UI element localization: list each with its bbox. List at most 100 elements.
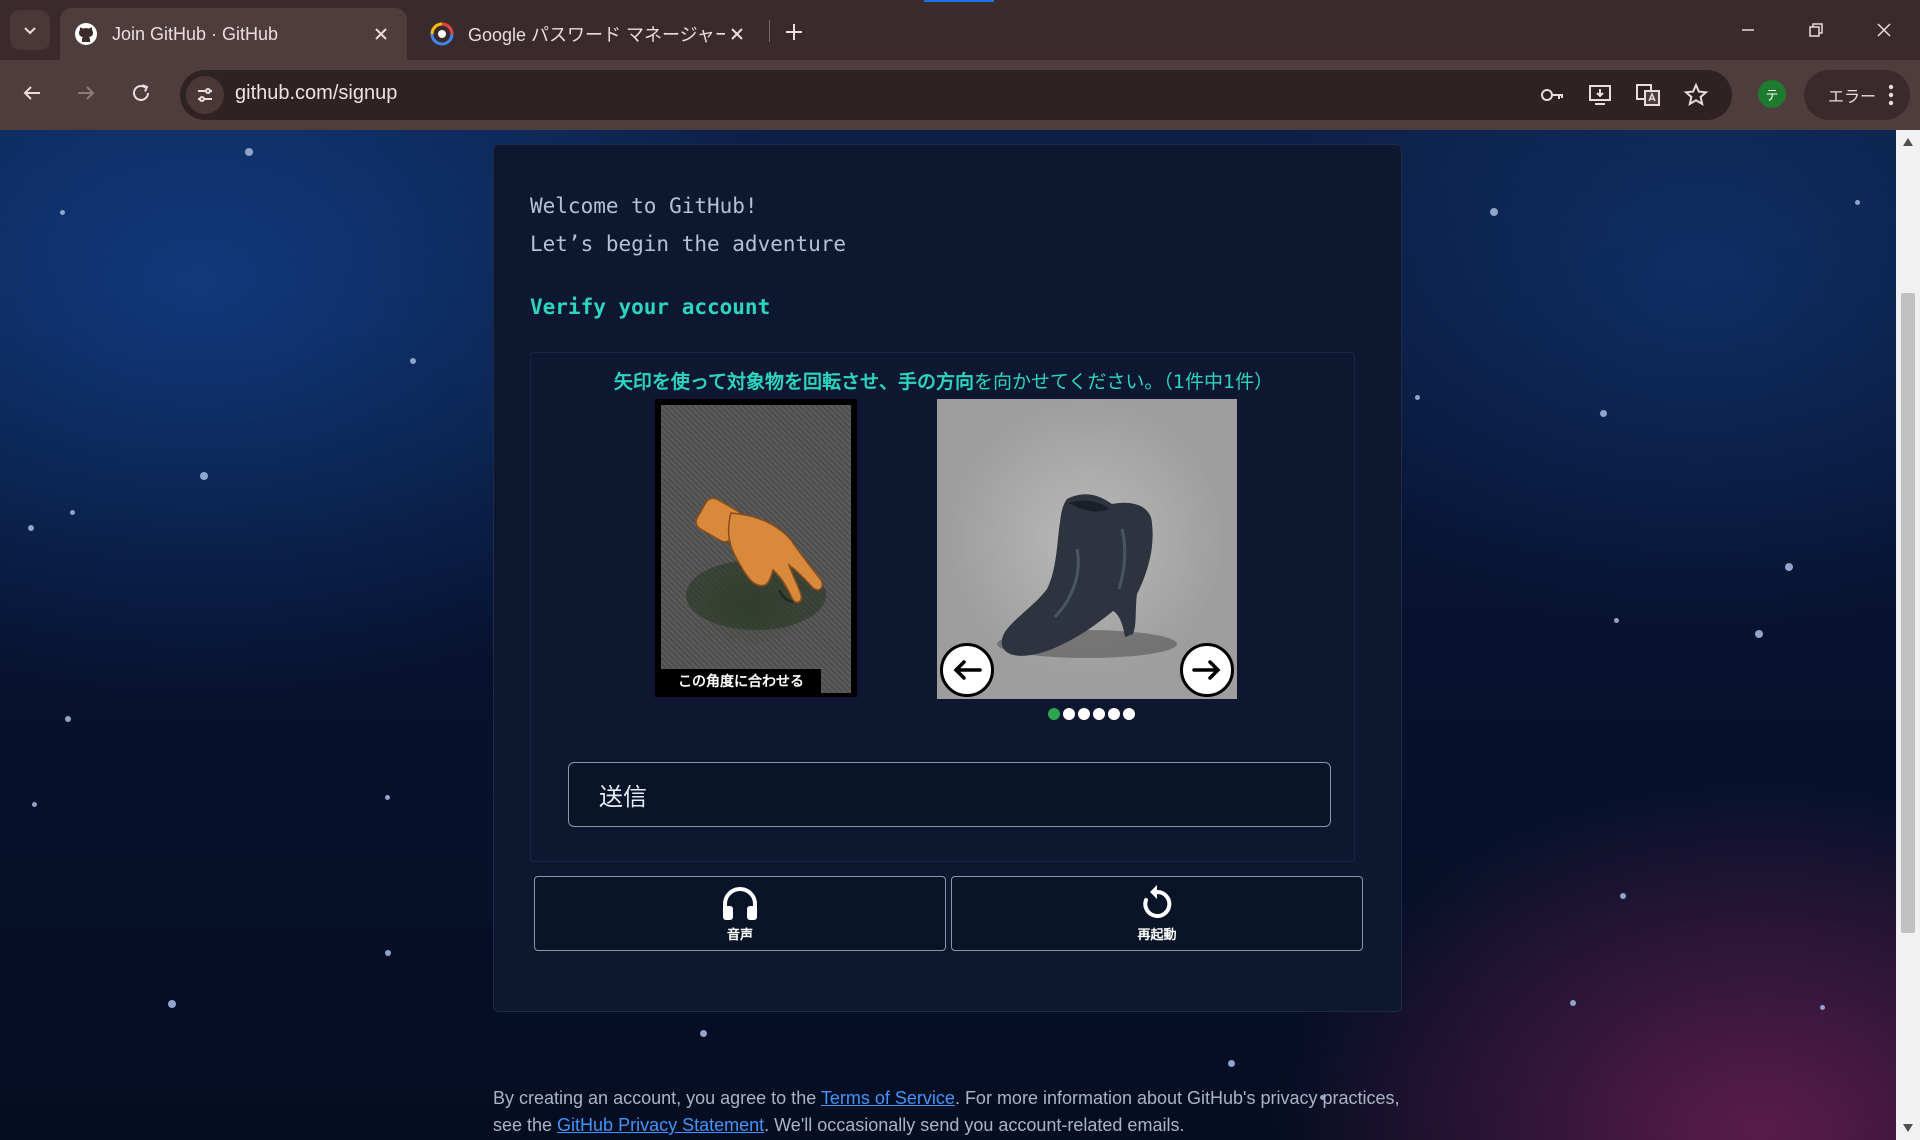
forward-button[interactable] [66, 73, 106, 113]
headphones-icon [723, 887, 757, 920]
translate-icon [1636, 84, 1660, 106]
close-window-button[interactable] [1862, 8, 1906, 52]
tab-search-button[interactable] [10, 10, 50, 50]
caret-up-icon [1903, 138, 1913, 146]
tab-title: Join GitHub · GitHub [112, 23, 279, 44]
star-decoration [1620, 893, 1626, 899]
url-text[interactable]: github.com/signup [235, 82, 397, 105]
install-app-button[interactable] [1584, 79, 1616, 111]
audio-button[interactable]: 音声 [534, 876, 946, 951]
minimize-icon [1742, 29, 1754, 31]
captcha-frame: 矢印を使って対象物を回転させ、手の方向を向かせてください。（1件中1件） この角… [530, 352, 1363, 951]
browser-toolbar: github.com/signup テ エラー [0, 60, 1920, 130]
star-icon [1683, 82, 1709, 107]
restart-icon [1143, 885, 1172, 918]
rotate-left-button[interactable] [940, 643, 994, 697]
page-viewport: Welcome to GitHub! Let’s begin the adven… [0, 130, 1896, 1140]
footer-text-3: . We'll occasionally send you account-re… [764, 1115, 1185, 1135]
star-decoration [1614, 618, 1619, 623]
star-decoration [1570, 1000, 1576, 1006]
tab-google-password-manager[interactable]: Google パスワード マネージャー [416, 8, 763, 60]
verify-account-heading: Verify your account [530, 295, 771, 319]
scroll-up-arrow[interactable] [1902, 136, 1914, 148]
star-decoration [65, 716, 71, 722]
more-vert-icon [1888, 84, 1894, 106]
star-decoration [700, 1030, 707, 1037]
close-tab-icon[interactable] [369, 22, 393, 46]
address-bar[interactable]: github.com/signup [180, 70, 1732, 120]
star-decoration [1415, 395, 1420, 400]
star-decoration [1228, 1060, 1235, 1067]
terms-of-service-link[interactable]: Terms of Service [821, 1088, 955, 1108]
orientation-dot [1048, 708, 1060, 720]
rotatable-object-frame [937, 399, 1237, 699]
star-decoration [60, 210, 65, 215]
captcha-prompt-bold: 矢印を使って対象物を回転させ、手の方向 [613, 371, 974, 393]
star-decoration [385, 950, 391, 956]
star-decoration [168, 1000, 176, 1008]
minimize-button[interactable] [1726, 8, 1770, 52]
password-key-button[interactable] [1536, 79, 1568, 111]
welcome-line-1: Welcome to GitHub! [530, 194, 758, 218]
install-icon [1589, 85, 1611, 105]
error-chip-label: エラー [1828, 87, 1877, 106]
star-decoration [28, 525, 34, 531]
reload-icon [133, 84, 149, 101]
welcome-line-2: Let’s begin the adventure [530, 232, 847, 256]
close-icon [1877, 23, 1891, 37]
arrow-left-icon [953, 660, 982, 680]
welcome-text: Welcome to GitHub! Let’s begin the adven… [530, 187, 846, 263]
star-decoration [410, 358, 416, 364]
loading-indicator [924, 0, 994, 2]
chevron-down-icon [24, 27, 36, 35]
orientation-dot [1093, 708, 1105, 720]
submit-button[interactable]: 送信 [568, 762, 1331, 827]
tab-title: Google パスワード マネージャー [468, 25, 725, 45]
footer-text-1: By creating an account, you agree to the [493, 1088, 821, 1108]
legal-footer: By creating an account, you agree to the… [493, 1085, 1413, 1139]
close-tab-icon[interactable] [725, 22, 749, 46]
plus-icon [786, 24, 802, 40]
orientation-dot [1078, 708, 1090, 720]
back-button[interactable] [12, 73, 52, 113]
translate-button[interactable] [1632, 79, 1664, 111]
site-info-button[interactable] [186, 76, 224, 114]
star-decoration [1785, 563, 1793, 571]
star-decoration [32, 802, 37, 807]
audio-label: 音声 [726, 928, 753, 943]
star-decoration [1600, 410, 1607, 417]
reference-image: この角度に合わせる [661, 405, 851, 693]
scroll-down-arrow[interactable] [1902, 1122, 1914, 1134]
rotate-right-button[interactable] [1180, 643, 1234, 697]
tune-icon [198, 88, 212, 102]
signup-card: Welcome to GitHub! Let’s begin the adven… [493, 144, 1402, 1012]
restore-icon [1809, 23, 1823, 37]
caret-down-icon [1903, 1124, 1913, 1132]
privacy-statement-link[interactable]: GitHub Privacy Statement [557, 1115, 764, 1135]
star-decoration [200, 472, 208, 480]
restart-button[interactable]: 再起動 [951, 876, 1363, 951]
pointing-hand-image [686, 497, 826, 630]
reload-button[interactable] [121, 73, 161, 113]
orientation-dot [1063, 708, 1075, 720]
tab-join-github[interactable]: Join GitHub · GitHub [60, 8, 407, 60]
captcha-prompt-rest: を向かせてください。（1件中1件） [973, 371, 1274, 393]
new-tab-button[interactable] [776, 14, 812, 50]
page-scrollbar[interactable] [1896, 130, 1920, 1140]
orientation-dot [1123, 708, 1135, 720]
google-password-icon [430, 22, 454, 46]
profile-avatar[interactable]: テ [1758, 80, 1786, 108]
bookmark-star-button[interactable] [1680, 79, 1712, 111]
arrow-right-icon [1192, 660, 1221, 680]
submit-label: 送信 [599, 783, 647, 811]
scrollbar-thumb[interactable] [1901, 293, 1915, 933]
captcha-prompt: 矢印を使って対象物を回転させ、手の方向を向かせてください。（1件中1件） [531, 367, 1356, 394]
star-decoration [1820, 1005, 1825, 1010]
star-decoration [385, 795, 390, 800]
error-menu-button[interactable]: エラー [1804, 70, 1910, 120]
restore-button[interactable] [1794, 8, 1838, 52]
arrow-left-icon [23, 86, 40, 100]
star-decoration [1490, 208, 1498, 216]
arrow-right-icon [78, 86, 95, 100]
key-icon [1541, 89, 1563, 101]
